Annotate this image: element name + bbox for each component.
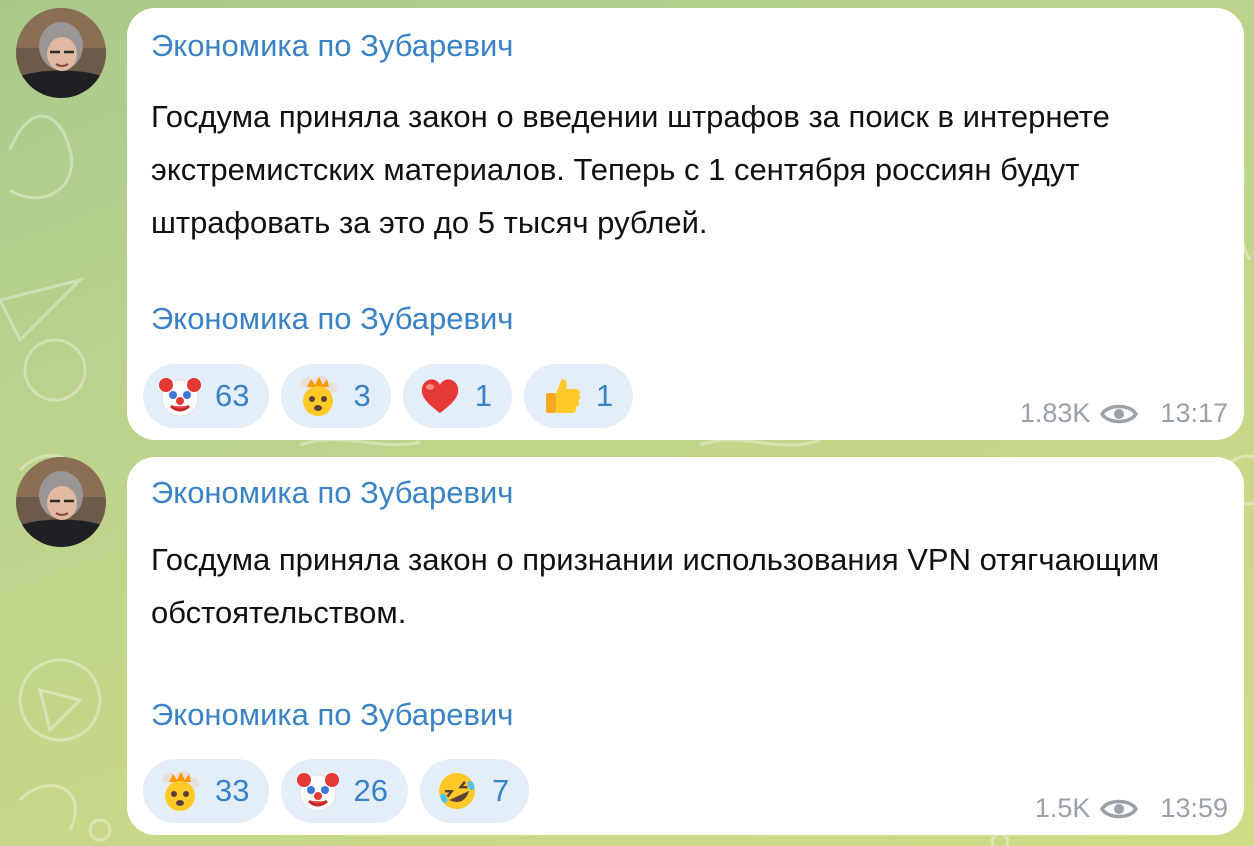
channel-avatar[interactable] xyxy=(16,8,106,98)
message-bubble: Экономика по Зубаревич Госдума приняла з… xyxy=(127,8,1244,440)
channel-name[interactable]: Экономика по Зубаревич xyxy=(151,28,513,64)
channel-post: Экономика по Зубаревич Госдума приняла з… xyxy=(0,0,1254,440)
message-text: Госдума приняла закон о признании исполь… xyxy=(151,542,1160,630)
channel-link[interactable]: Экономика по Зубаревич xyxy=(151,301,513,337)
reaction-count: 1 xyxy=(474,378,492,413)
channel-post: Экономика по Зубаревич Госдума приняла з… xyxy=(0,455,1254,835)
eye-icon xyxy=(1100,799,1139,818)
eye-icon xyxy=(1100,404,1139,423)
reaction-clown[interactable]: 63 xyxy=(143,364,270,428)
reactions-bar: 63 3 1 1 xyxy=(143,364,634,428)
rolling-laughing-icon xyxy=(438,773,475,809)
message-bubble: Экономика по Зубаревич Госдума приняла з… xyxy=(127,457,1244,835)
message-meta: 1.5K 13:59 xyxy=(1035,793,1228,824)
reaction-count: 33 xyxy=(215,773,250,808)
reaction-exploding-head[interactable]: 33 xyxy=(143,759,270,823)
message-time: 13:17 xyxy=(1160,398,1228,428)
reaction-thumbs-up[interactable]: 1 xyxy=(523,364,634,428)
reaction-exploding-head[interactable]: 3 xyxy=(281,364,391,428)
channel-avatar[interactable] xyxy=(16,457,106,547)
reaction-count: 1 xyxy=(595,378,614,413)
channel-link[interactable]: Экономика по Зубаревич xyxy=(151,697,513,733)
red-heart-icon xyxy=(421,379,458,413)
reaction-rolling-laughing[interactable]: 7 xyxy=(419,759,530,823)
message-time: 13:59 xyxy=(1160,793,1228,823)
exploding-head-icon xyxy=(301,375,338,416)
reactions-bar: 33 26 7 xyxy=(143,759,530,823)
reaction-clown[interactable]: 26 xyxy=(281,759,408,823)
message-text: Госдума приняла закон о введении штрафов… xyxy=(151,99,1110,240)
reaction-count: 26 xyxy=(353,773,388,808)
reaction-count: 63 xyxy=(215,378,250,413)
view-count: 1.83K xyxy=(1019,398,1091,428)
message-meta: 1.83K 13:17 xyxy=(1020,398,1228,429)
view-count: 1.5K xyxy=(1034,793,1091,823)
reaction-count: 3 xyxy=(353,378,371,413)
reaction-count: 7 xyxy=(491,773,510,808)
reaction-heart[interactable]: 1 xyxy=(402,364,512,428)
exploding-head-icon xyxy=(162,770,200,811)
clown-face-icon xyxy=(297,773,340,812)
thumbs-up-icon xyxy=(545,379,581,413)
channel-name[interactable]: Экономика по Зубаревич xyxy=(151,475,513,511)
clown-face-icon xyxy=(159,378,201,417)
